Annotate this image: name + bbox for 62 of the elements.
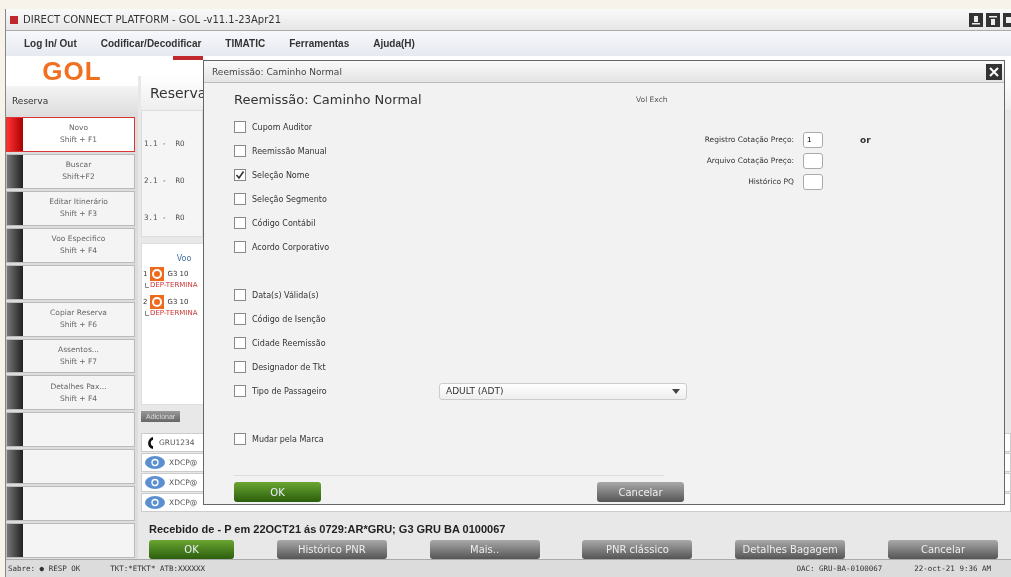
checkbox[interactable] [234,217,246,229]
action-button[interactable]: Detalhes Bagagem [735,540,846,559]
checkbox[interactable] [234,289,246,301]
input-field[interactable] [803,152,823,169]
action-button[interactable]: Histórico PNR [276,540,387,559]
action-button[interactable]: Mais.. [429,540,540,559]
phone-icon [145,435,155,450]
airline-icon [150,267,165,281]
airline-logo: GOL [6,56,138,86]
dropdown-arrow-icon [672,388,680,394]
checkbox-option[interactable]: Cidade Reemissão [234,337,439,349]
checkbox-option[interactable]: Código Contábil [234,217,439,229]
input-field[interactable] [803,173,823,190]
checkbox[interactable] [234,241,246,253]
airline-icon [150,295,165,309]
sidebar-button[interactable] [6,449,135,485]
menu-item[interactable]: TIMATIC [213,38,278,49]
passenger-type-dropdown[interactable]: ADULT (ADT) [439,382,687,400]
action-button[interactable]: OK [149,540,234,559]
menu-item[interactable]: Ajuda(H) [361,38,427,49]
sidebar-button[interactable] [6,523,135,559]
checkbox-option[interactable]: Acordo Corporativo [234,241,439,253]
checkbox-option[interactable]: Tipo de Passageiro [234,385,439,397]
checkbox-option[interactable]: Código de Isenção [234,313,439,325]
app-icon [9,14,19,25]
checkbox[interactable] [234,121,246,133]
sidebar-button[interactable] [6,264,135,300]
checkbox[interactable] [234,193,246,205]
action-button[interactable]: Cancelar [888,540,998,559]
input-field[interactable]: 1 [803,131,823,148]
checkbox-option[interactable]: Data(s) Válida(s) [234,289,439,301]
column-header: Voo [175,253,193,265]
menu-item[interactable]: Log In/ Out [6,38,89,49]
checkbox-option[interactable]: Cupom Auditor [234,121,439,133]
or-label: or [860,134,871,145]
checkbox[interactable] [234,313,246,325]
dialog-heading: Reemissão: Caminho Normal [234,91,423,107]
sidebar-button[interactable] [6,486,135,522]
restore-icon[interactable] [986,12,1000,27]
checkbox[interactable] [234,385,246,397]
action-button[interactable]: PNR clássico [582,540,693,559]
checkbox[interactable] [234,433,246,445]
dialog-button[interactable]: OK [234,482,321,502]
menu-item[interactable]: Codificar/Decodificar [88,38,214,49]
menu-item[interactable]: Ferramentas [277,38,362,49]
checkbox-option[interactable]: Designador de Tkt [234,361,439,373]
checkbox[interactable] [234,145,246,157]
received-from-text: Recebido de - P em 22OCT21 ás 0729:AR*GRU; G3 GRU BA 0100067 [148,523,507,537]
checkbox-option[interactable]: Seleção Nome [234,169,439,181]
sidebar-button[interactable] [6,412,135,448]
checkbox[interactable] [234,361,246,373]
connector-corner-icon [145,310,149,316]
window-title: DIRECT CONNECT PLATFORM - GOL -v11.1-23Apr21 [23,14,281,25]
dialog-title: Reemissão: Caminho Normal [212,66,342,77]
checkbox[interactable] [234,337,246,349]
checkbox[interactable] [234,169,246,181]
dialog-button[interactable]: Cancelar [597,482,684,502]
checkbox-option[interactable]: Seleção Segmento [234,193,439,205]
checkbox-option[interactable]: Reemissão Manual [234,145,439,157]
minimize-icon[interactable] [969,12,983,27]
checkbox-option[interactable]: Mudar pela Marca [234,433,439,445]
connector-corner-icon [145,282,149,288]
